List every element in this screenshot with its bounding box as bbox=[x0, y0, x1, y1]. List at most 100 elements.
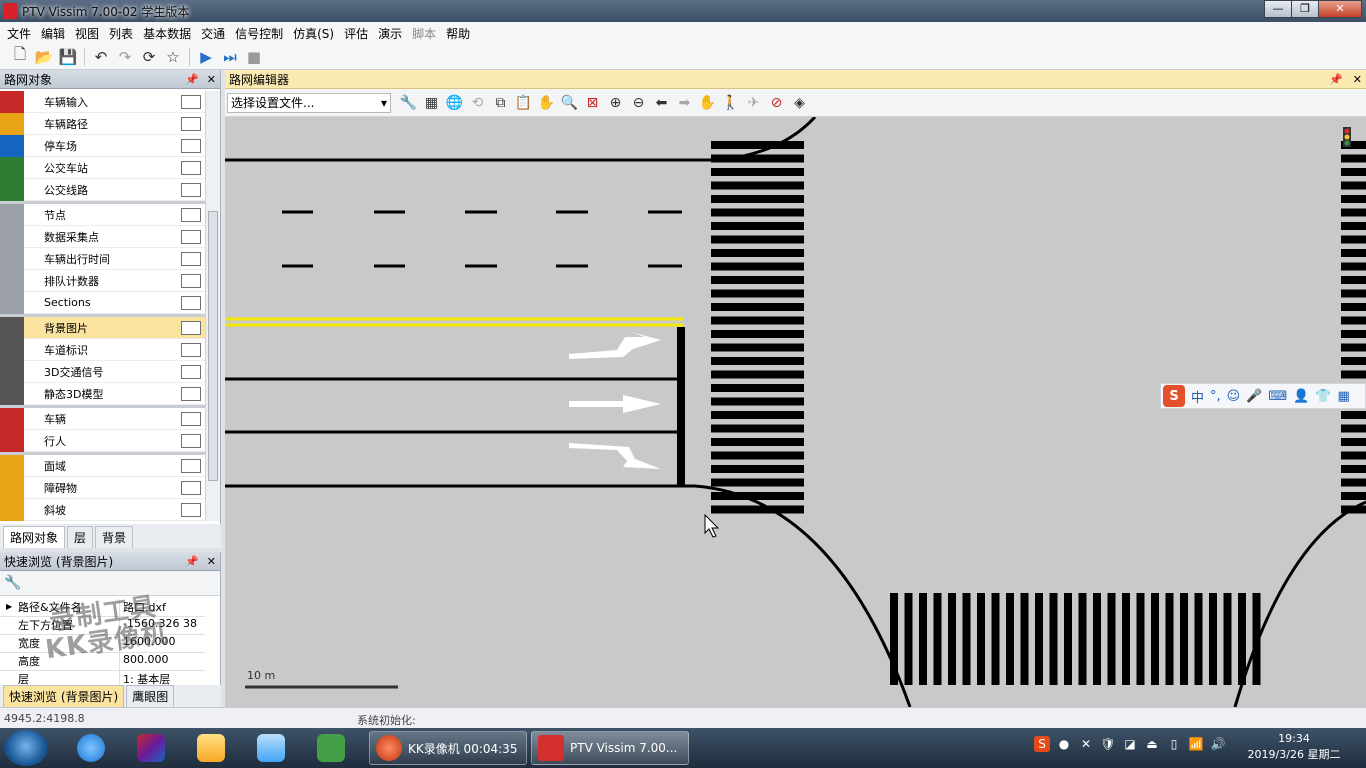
undo-icon[interactable]: ↶ bbox=[89, 46, 113, 68]
simulation-play-icon[interactable]: ▶ bbox=[194, 46, 218, 68]
user-icon[interactable]: 👤 bbox=[1293, 389, 1309, 404]
editor-close-icon[interactable]: ✕ bbox=[1353, 73, 1362, 86]
quick-close-icon[interactable]: ✕ bbox=[207, 555, 216, 568]
fly-icon[interactable]: ✈ bbox=[742, 92, 765, 114]
network-object-item[interactable]: 车辆路径 bbox=[0, 112, 205, 135]
taskbar-kk-recorder[interactable]: KK录像机 00:04:35 bbox=[369, 731, 527, 765]
emoji-icon[interactable]: ☺ bbox=[1227, 389, 1241, 404]
taskbar-bird-icon[interactable] bbox=[244, 731, 298, 765]
visibility-swatch[interactable] bbox=[181, 434, 201, 448]
pin-icon[interactable]: 📌 bbox=[185, 73, 199, 86]
visibility-swatch[interactable] bbox=[181, 296, 201, 310]
taskbar-winrar-icon[interactable] bbox=[124, 731, 178, 765]
network-object-item[interactable]: 公交车站 bbox=[0, 156, 205, 179]
zoom-all-icon[interactable]: ⊠ bbox=[581, 92, 604, 114]
network-object-item[interactable]: 车辆输入 bbox=[0, 91, 205, 113]
mic-icon[interactable]: 🎤 bbox=[1246, 389, 1262, 404]
network-object-item[interactable]: 数据采集点 bbox=[0, 225, 205, 248]
tray-tools-icon[interactable]: ✕ bbox=[1078, 736, 1094, 752]
grid-icon[interactable]: ▦ bbox=[420, 92, 443, 114]
tray-volume-icon[interactable]: 🔊 bbox=[1210, 736, 1226, 752]
minimize-button[interactable]: — bbox=[1264, 0, 1292, 18]
menu-lists[interactable]: 列表 bbox=[104, 25, 138, 42]
tray-usb-icon[interactable]: ⏏ bbox=[1144, 736, 1160, 752]
visibility-swatch[interactable] bbox=[181, 252, 201, 266]
menu-help[interactable]: 帮助 bbox=[441, 25, 475, 42]
tray-sogou-icon[interactable]: S bbox=[1034, 736, 1050, 752]
grab-hand-icon[interactable]: ✋ bbox=[696, 92, 719, 114]
visibility-swatch[interactable] bbox=[181, 117, 201, 131]
ime-mode[interactable]: 中 bbox=[1191, 387, 1204, 406]
tab-network-objects[interactable]: 路网对象 bbox=[3, 526, 66, 548]
network-canvas[interactable]: 10 m bbox=[225, 117, 1366, 707]
visibility-swatch[interactable] bbox=[181, 412, 201, 426]
network-object-item[interactable]: 节点 bbox=[0, 203, 205, 226]
start-button[interactable] bbox=[4, 730, 48, 766]
menu-scripts[interactable]: 脚本 bbox=[407, 25, 441, 42]
network-object-item[interactable]: 停车场 bbox=[0, 134, 205, 157]
simulation-step-icon[interactable]: ⏭ bbox=[218, 46, 242, 68]
pan-hand-icon[interactable]: ✋ bbox=[535, 92, 558, 114]
visibility-swatch[interactable] bbox=[181, 503, 201, 517]
network-object-item[interactable]: 排队计数器 bbox=[0, 269, 205, 292]
system-clock[interactable]: 19:34 2019/3/26 星期二 bbox=[1244, 731, 1344, 763]
network-object-item[interactable]: 面域 bbox=[0, 454, 205, 477]
reload-icon[interactable]: ⟳ bbox=[137, 46, 161, 68]
network-object-item[interactable]: 车道标识 bbox=[0, 338, 205, 361]
menu-base-data[interactable]: 基本数据 bbox=[138, 25, 196, 42]
zoom-out-icon[interactable]: ⊖ bbox=[627, 92, 650, 114]
visibility-swatch[interactable] bbox=[181, 208, 201, 222]
network-object-item[interactable]: Sections bbox=[0, 291, 205, 314]
visibility-swatch[interactable] bbox=[181, 387, 201, 401]
settings-file-select[interactable]: 选择设置文件... ▾ bbox=[227, 92, 391, 113]
taskbar-vissim[interactable]: PTV Vissim 7.00... bbox=[531, 731, 689, 765]
tab-levels[interactable]: 层 bbox=[67, 526, 94, 548]
keyboard-icon[interactable]: ⌨ bbox=[1268, 389, 1287, 404]
visibility-swatch[interactable] bbox=[181, 183, 201, 197]
rotate-icon[interactable]: ⟲ bbox=[466, 92, 489, 114]
walk-icon[interactable]: 🚶 bbox=[719, 92, 742, 114]
globe-icon[interactable]: 🌐 bbox=[443, 92, 466, 114]
zoom-in-icon[interactable]: ⊕ bbox=[604, 92, 627, 114]
menu-presentation[interactable]: 演示 bbox=[373, 25, 407, 42]
visibility-swatch[interactable] bbox=[181, 365, 201, 379]
network-object-item[interactable]: 车辆出行时间 bbox=[0, 247, 205, 270]
redo-icon[interactable]: ↷ bbox=[113, 46, 137, 68]
visibility-swatch[interactable] bbox=[181, 343, 201, 357]
visibility-swatch[interactable] bbox=[181, 481, 201, 495]
tray-network-icon[interactable]: 📶 bbox=[1188, 736, 1204, 752]
taskbar-iqiyi-icon[interactable] bbox=[304, 731, 358, 765]
new-file-icon[interactable]: 🗋 bbox=[8, 45, 32, 68]
open-file-icon[interactable]: 📂 bbox=[32, 46, 56, 68]
network-object-item[interactable]: 静态3D模型 bbox=[0, 382, 205, 405]
visibility-swatch[interactable] bbox=[181, 139, 201, 153]
network-object-item[interactable]: 障碍物 bbox=[0, 476, 205, 499]
network-object-item[interactable]: 背景图片 bbox=[0, 316, 205, 339]
visibility-swatch[interactable] bbox=[181, 459, 201, 473]
tray-phone-icon[interactable]: ▯ bbox=[1166, 736, 1182, 752]
back-arrow-icon[interactable]: ⬅ bbox=[650, 92, 673, 114]
network-list-scrollbar[interactable] bbox=[205, 91, 220, 521]
simulation-stop-icon[interactable]: ■ bbox=[242, 46, 266, 68]
menu-file[interactable]: 文件 bbox=[2, 25, 36, 42]
visibility-swatch[interactable] bbox=[181, 274, 201, 288]
visibility-swatch[interactable] bbox=[181, 95, 201, 109]
tab-quick-view[interactable]: 快速浏览 (背景图片) bbox=[3, 685, 125, 707]
network-object-item[interactable]: 斜坡 bbox=[0, 498, 205, 521]
forward-arrow-icon[interactable]: ➡ bbox=[673, 92, 696, 114]
ime-punct[interactable]: °, bbox=[1210, 389, 1221, 404]
tray-recorder-icon[interactable]: ● bbox=[1056, 736, 1072, 752]
menu-evaluation[interactable]: 评估 bbox=[339, 25, 373, 42]
menu-view[interactable]: 视图 bbox=[70, 25, 104, 42]
tab-backgrounds[interactable]: 背景 bbox=[95, 526, 134, 548]
visibility-swatch[interactable] bbox=[181, 321, 201, 335]
visibility-swatch[interactable] bbox=[181, 161, 201, 175]
apps-icon[interactable]: ▦ bbox=[1338, 389, 1350, 404]
tab-smart-map[interactable]: 鹰眼图 bbox=[126, 685, 175, 707]
taskbar-sogou-icon[interactable] bbox=[64, 731, 118, 765]
visibility-swatch[interactable] bbox=[181, 230, 201, 244]
menu-edit[interactable]: 编辑 bbox=[36, 25, 70, 42]
network-object-item[interactable]: 3D交通信号 bbox=[0, 360, 205, 383]
taskbar-folder-icon[interactable] bbox=[184, 731, 238, 765]
sogou-logo[interactable]: S bbox=[1163, 385, 1185, 407]
